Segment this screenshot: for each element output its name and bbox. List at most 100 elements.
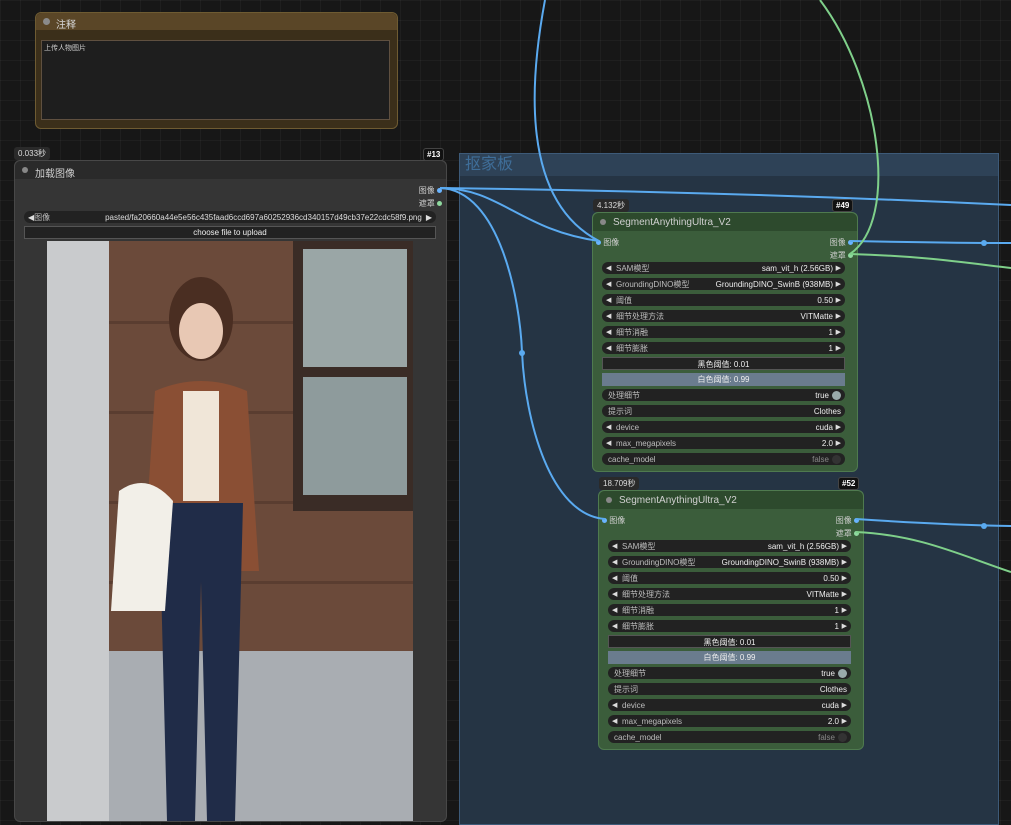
group-title[interactable]: 抠家板 — [460, 154, 998, 176]
seg-node-header[interactable]: SegmentAnythingUltra_V2 — [599, 491, 863, 509]
arrow-left-icon[interactable]: ◀ — [612, 622, 620, 630]
arrow-right-icon[interactable]: ▶ — [839, 717, 847, 725]
note-header[interactable]: 注释 — [36, 13, 397, 31]
input-image[interactable]: 图像 — [602, 515, 625, 526]
arrow-right-icon[interactable]: ▶ — [839, 542, 847, 550]
cache-model-toggle[interactable]: cache_model false — [602, 453, 845, 465]
output-port-icon[interactable] — [854, 531, 859, 537]
arrow-right-icon[interactable]: ▶ — [833, 328, 841, 336]
sam-model-widget[interactable]: ◀ SAM模型 sam_vit_h (2.56GB) ▶ — [608, 540, 851, 552]
detail-method-widget[interactable]: ◀ 细节处理方法 VITMatte ▶ — [602, 310, 845, 322]
threshold-widget[interactable]: ◀ 阈值 0.50 ▶ — [602, 294, 845, 306]
arrow-right-icon[interactable]: ▶ — [833, 423, 841, 431]
arrow-left-icon[interactable]: ◀ — [612, 558, 620, 566]
image-select-widget[interactable]: ◀ 图像 pasted/fa20660a44e5e56c435faad6ccd6… — [24, 211, 436, 223]
output-mask[interactable]: 遮罩 — [419, 198, 442, 209]
segment-anything-node[interactable]: SegmentAnythingUltra_V2 图像 图像 遮罩 ◀ SAM模型 s… — [598, 490, 864, 750]
input-port-icon[interactable] — [602, 518, 607, 524]
white-point-slider[interactable]: 白色阈值: 0.99 — [608, 651, 851, 664]
arrow-left-icon[interactable]: ◀ — [606, 312, 614, 320]
arrow-left-icon[interactable]: ◀ — [606, 296, 614, 304]
input-label: 图像 — [609, 516, 626, 525]
device-widget[interactable]: ◀ device cuda ▶ — [602, 421, 845, 433]
arrow-left-icon[interactable]: ◀ — [606, 264, 614, 272]
output-port-icon[interactable] — [848, 240, 853, 246]
load-node-header[interactable]: 加载图像 — [15, 161, 446, 180]
grounding-dino-widget[interactable]: ◀ GroundingDINO模型 GroundingDINO_SwinB (938… — [608, 556, 851, 568]
process-detail-toggle[interactable]: 处理细节 true — [608, 667, 851, 679]
output-image[interactable]: 图像 — [836, 515, 859, 526]
upload-button[interactable]: choose file to upload — [24, 226, 436, 239]
arrow-right-icon[interactable]: ▶ — [839, 558, 847, 566]
arrow-left-icon[interactable]: ◀ — [612, 542, 620, 550]
output-mask[interactable]: 遮罩 — [836, 528, 859, 539]
arrow-left-icon[interactable]: ◀ — [606, 439, 614, 447]
arrow-left-icon[interactable]: ◀ — [606, 280, 614, 288]
segment-anything-node[interactable]: SegmentAnythingUltra_V2 图像 图像 遮罩 ◀ SAM模型 s… — [592, 212, 858, 472]
detail-erode-widget[interactable]: ◀ 细节消融 1 ▶ — [602, 326, 845, 338]
toggle-on-icon[interactable] — [838, 668, 847, 678]
arrow-right-icon[interactable]: ▶ — [833, 439, 841, 447]
arrow-right-icon[interactable]: ▶ — [426, 213, 432, 222]
white-point-slider[interactable]: 白色阈值: 0.99 — [602, 373, 845, 386]
output-image[interactable]: 图像 — [419, 185, 442, 196]
output-mask[interactable]: 遮罩 — [830, 250, 853, 261]
collapse-dot-icon[interactable] — [606, 497, 612, 503]
grounding-dino-widget[interactable]: ◀ GroundingDINO模型 GroundingDINO_SwinB (938… — [602, 278, 845, 290]
process-detail-toggle[interactable]: 处理细节 true — [602, 389, 845, 401]
arrow-right-icon[interactable]: ▶ — [833, 264, 841, 272]
output-port-icon[interactable] — [854, 518, 859, 524]
arrow-right-icon[interactable]: ▶ — [833, 312, 841, 320]
note-textarea[interactable]: 上传人物图片 — [41, 40, 390, 120]
arrow-left-icon[interactable]: ◀ — [612, 701, 620, 709]
toggle-off-icon[interactable] — [832, 454, 841, 464]
detail-dilate-widget[interactable]: ◀ 细节膨胀 1 ▶ — [602, 342, 845, 354]
widget-label: 图像 — [34, 212, 51, 222]
detail-method-widget[interactable]: ◀ 细节处理方法 VITMatte ▶ — [608, 588, 851, 600]
seg-node-header[interactable]: SegmentAnythingUltra_V2 — [593, 213, 857, 231]
arrow-left-icon[interactable]: ◀ — [612, 606, 620, 614]
arrow-right-icon[interactable]: ▶ — [839, 606, 847, 614]
arrow-right-icon[interactable]: ▶ — [833, 296, 841, 304]
toggle-off-icon[interactable] — [838, 732, 847, 742]
cache-model-toggle[interactable]: cache_model false — [608, 731, 851, 743]
arrow-right-icon[interactable]: ▶ — [833, 344, 841, 352]
threshold-widget[interactable]: ◀ 阈值 0.50 ▶ — [608, 572, 851, 584]
widget-value: VITMatte — [806, 589, 839, 599]
input-image[interactable]: 图像 — [596, 237, 619, 248]
arrow-right-icon[interactable]: ▶ — [839, 574, 847, 582]
collapse-dot-icon[interactable] — [600, 219, 606, 225]
arrow-right-icon[interactable]: ▶ — [839, 590, 847, 598]
output-port-icon[interactable] — [437, 188, 442, 194]
arrow-right-icon[interactable]: ▶ — [833, 280, 841, 288]
input-port-icon[interactable] — [596, 240, 601, 246]
output-port-icon[interactable] — [848, 253, 853, 259]
max-megapixels-widget[interactable]: ◀ max_megapixels 2.0 ▶ — [608, 715, 851, 727]
toggle-on-icon[interactable] — [832, 390, 841, 400]
arrow-right-icon[interactable]: ▶ — [839, 701, 847, 709]
sam-model-widget[interactable]: ◀ SAM模型 sam_vit_h (2.56GB) ▶ — [602, 262, 845, 274]
load-image-node[interactable]: 加载图像 图像 遮罩 ◀ 图像 pasted/fa20660a44e5e56c4… — [14, 160, 447, 822]
device-widget[interactable]: ◀ device cuda ▶ — [608, 699, 851, 711]
widget-label: SAM模型 — [622, 541, 656, 551]
arrow-left-icon[interactable]: ◀ — [612, 574, 620, 582]
max-megapixels-widget[interactable]: ◀ max_megapixels 2.0 ▶ — [602, 437, 845, 449]
black-point-slider[interactable]: 黑色阈值: 0.01 — [602, 357, 845, 370]
output-image[interactable]: 图像 — [830, 237, 853, 248]
collapse-dot-icon[interactable] — [43, 18, 50, 25]
arrow-right-icon[interactable]: ▶ — [839, 622, 847, 630]
seg-node-id: #49 — [832, 199, 854, 212]
arrow-left-icon[interactable]: ◀ — [612, 717, 620, 725]
prompt-field[interactable]: 提示词 Clothes — [608, 683, 851, 695]
collapse-dot-icon[interactable] — [22, 167, 28, 173]
prompt-field[interactable]: 提示词 Clothes — [602, 405, 845, 417]
arrow-left-icon[interactable]: ◀ — [606, 328, 614, 336]
note-node[interactable]: 注释 上传人物图片 — [35, 12, 398, 129]
detail-dilate-widget[interactable]: ◀ 细节膨胀 1 ▶ — [608, 620, 851, 632]
arrow-left-icon[interactable]: ◀ — [606, 423, 614, 431]
arrow-left-icon[interactable]: ◀ — [612, 590, 620, 598]
black-point-slider[interactable]: 黑色阈值: 0.01 — [608, 635, 851, 648]
output-port-icon[interactable] — [437, 201, 442, 207]
arrow-left-icon[interactable]: ◀ — [606, 344, 614, 352]
detail-erode-widget[interactable]: ◀ 细节消融 1 ▶ — [608, 604, 851, 616]
